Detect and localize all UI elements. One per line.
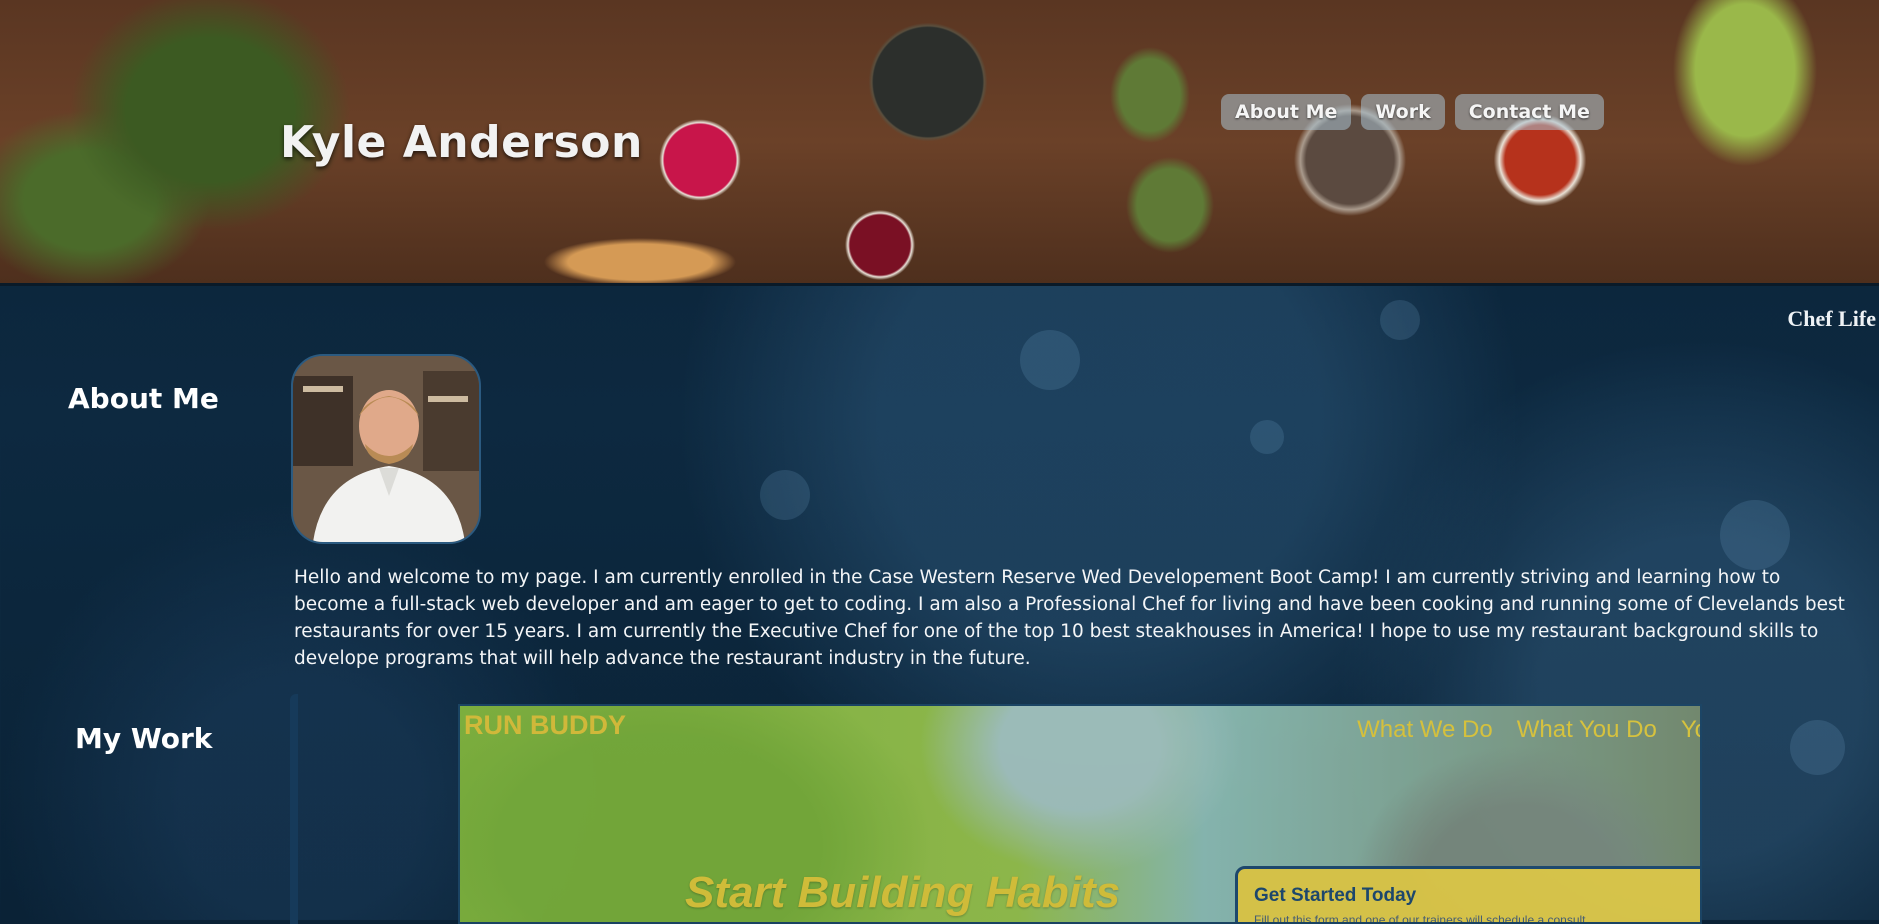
site-title: Kyle Anderson bbox=[280, 117, 643, 168]
chef-portrait-icon bbox=[293, 356, 479, 542]
nav-work[interactable]: Work bbox=[1361, 94, 1445, 130]
bokeh-decoration bbox=[1020, 330, 1080, 390]
project-run-buddy[interactable]: RUN BUDDY What We Do What You Do Yo Star… bbox=[458, 704, 1702, 924]
hero-banner: Kyle Anderson About Me Work Contact Me bbox=[0, 0, 1879, 286]
project-brand: RUN BUDDY bbox=[464, 710, 626, 740]
form-subtitle: Fill out this form and one of our traine… bbox=[1254, 913, 1586, 924]
work-heading: My Work bbox=[75, 722, 213, 755]
project-nav-what-you-do[interactable]: What You Do bbox=[1517, 716, 1657, 744]
nav-contact-me[interactable]: Contact Me bbox=[1454, 94, 1604, 130]
about-heading: About Me bbox=[68, 382, 219, 415]
tagline: Chef Life bbox=[1787, 306, 1876, 331]
form-title: Get Started Today bbox=[1254, 885, 1417, 906]
project-nav-truncated[interactable]: Yo bbox=[1681, 716, 1700, 744]
project-nav: What We Do What You Do Yo bbox=[1357, 716, 1700, 744]
bokeh-decoration bbox=[1720, 500, 1790, 570]
nav-about-me[interactable]: About Me bbox=[1221, 94, 1352, 130]
work-frame bbox=[290, 694, 298, 924]
bokeh-decoration bbox=[1790, 720, 1845, 775]
profile-photo bbox=[291, 354, 481, 544]
about-paragraph: Hello and welcome to my page. I am curre… bbox=[294, 567, 1845, 669]
main-nav: About Me Work Contact Me bbox=[1221, 94, 1604, 130]
bokeh-decoration bbox=[760, 470, 810, 520]
get-started-form[interactable]: Get Started Today Fill out this form and… bbox=[1235, 866, 1700, 924]
bokeh-decoration bbox=[1250, 420, 1284, 454]
bokeh-decoration bbox=[1380, 300, 1420, 340]
project-headline: Start Building Habits bbox=[685, 868, 1121, 917]
project-nav-what-we-do[interactable]: What We Do bbox=[1357, 716, 1493, 744]
